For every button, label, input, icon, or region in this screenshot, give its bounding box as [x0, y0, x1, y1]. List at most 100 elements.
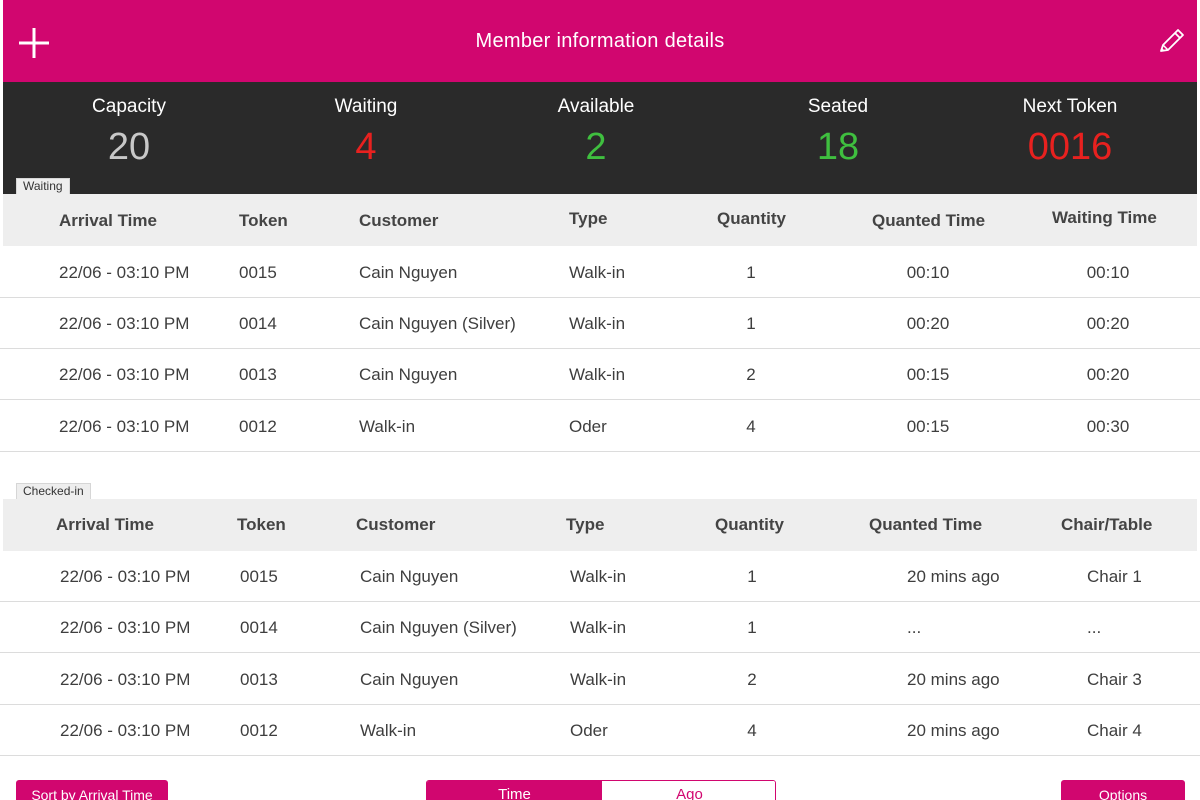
cell-customer: Cain Nguyen — [359, 365, 458, 384]
cell-arrival-time: 22/06 - 03:10 PM — [59, 365, 190, 384]
segment-time[interactable]: Time — [427, 781, 602, 800]
cell-token: 0015 — [239, 263, 277, 282]
cell-type: Walk-in — [570, 670, 627, 689]
cell-customer: Walk-in — [359, 417, 416, 436]
segment-ago[interactable]: Ago — [602, 781, 775, 800]
table-row[interactable]: 22/06 - 03:10 PM 0014 Cain Nguyen (Silve… — [0, 601, 1200, 653]
table-row[interactable]: 22/06 - 03:10 PM 0013 Cain Nguyen Walk-i… — [0, 348, 1200, 400]
cell-token: 0013 — [239, 365, 277, 384]
cell-customer: Cain Nguyen — [360, 670, 459, 689]
table-row[interactable]: 22/06 - 03:10 PM 0012 Walk-in Oder 4 00:… — [0, 400, 1200, 452]
stat-value: 18 — [816, 126, 860, 168]
table-row[interactable]: 22/06 - 03:10 PM 0013 Cain Nguyen Walk-i… — [0, 653, 1200, 705]
stat-next-token: Next Token 0016 — [960, 96, 1180, 169]
cell-token: 0014 — [239, 314, 277, 333]
cell-arrival-time: 22/06 - 03:10 PM — [59, 314, 190, 333]
waiting-section-tab[interactable]: Waiting — [16, 178, 70, 194]
stat-waiting: Waiting 4 — [256, 96, 476, 169]
col-quantity[interactable]: Quantity — [715, 515, 784, 535]
col-type[interactable]: Type — [569, 209, 607, 229]
cell-quantity: 2 — [746, 365, 756, 384]
cell-type: Walk-in — [569, 314, 626, 333]
cell-arrival-time: 22/06 - 03:10 PM — [59, 417, 190, 436]
checked-in-table-header: Arrival Time Token Customer Type Quantit… — [3, 499, 1197, 551]
cell-waiting-time: 00:20 — [1086, 365, 1130, 384]
col-customer[interactable]: Customer — [359, 211, 438, 231]
time-ago-segmented-control: Time Ago — [426, 780, 776, 800]
cell-token: 0012 — [240, 721, 278, 740]
stat-label: Capacity — [92, 96, 166, 117]
page-title: Member information details — [475, 30, 725, 52]
cell-quantity: 1 — [747, 618, 757, 637]
cell-quantity: 1 — [746, 263, 756, 282]
cell-token: 0012 — [239, 417, 277, 436]
cell-arrival-time: 22/06 - 03:10 PM — [59, 263, 190, 282]
cell-type: Walk-in — [569, 365, 626, 384]
cell-quantity: 1 — [747, 567, 757, 586]
options-button[interactable]: Options — [1061, 780, 1185, 800]
cell-arrival-time: 22/06 - 03:10 PM — [60, 670, 191, 689]
table-row[interactable]: 22/06 - 03:10 PM 0015 Cain Nguyen Walk-i… — [0, 550, 1200, 602]
cell-customer: Cain Nguyen (Silver) — [360, 618, 517, 637]
col-quanted-time[interactable]: Quanted Time — [869, 515, 982, 535]
cell-arrival-time: 22/06 - 03:10 PM — [60, 618, 191, 637]
col-type[interactable]: Type — [566, 515, 604, 535]
checked-in-section-tab[interactable]: Checked-in — [16, 483, 91, 499]
cell-customer: Cain Nguyen — [360, 567, 459, 586]
cell-customer: Cain Nguyen (Silver) — [359, 314, 516, 333]
cell-quanted-time: 20 mins ago — [907, 670, 1000, 689]
cell-token: 0013 — [240, 670, 278, 689]
cell-quanted-time: 20 mins ago — [907, 721, 1000, 740]
cell-customer: Cain Nguyen — [359, 263, 458, 282]
table-row[interactable]: 22/06 - 03:10 PM 0015 Cain Nguyen Walk-i… — [0, 246, 1200, 298]
stat-value: 20 — [107, 126, 151, 168]
cell-arrival-time: 22/06 - 03:10 PM — [60, 567, 191, 586]
col-customer[interactable]: Customer — [356, 515, 435, 535]
sort-by-arrival-button[interactable]: Sort by Arrival Time — [16, 780, 168, 800]
cell-type: Oder — [569, 417, 607, 436]
cell-quanted-time: 00:20 — [906, 314, 950, 333]
cell-type: Walk-in — [569, 263, 626, 282]
cell-type: Walk-in — [570, 567, 627, 586]
cell-quantity: 4 — [746, 417, 756, 436]
cell-quanted-time: ... — [907, 618, 922, 637]
col-waiting-time[interactable]: Waiting Time — [1052, 208, 1157, 228]
col-arrival-time[interactable]: Arrival Time — [56, 515, 154, 535]
edit-button[interactable] — [1153, 24, 1187, 60]
cell-chair-table: ... — [1087, 618, 1102, 637]
col-token[interactable]: Token — [239, 211, 288, 231]
cell-token: 0015 — [240, 567, 278, 586]
cell-token: 0014 — [240, 618, 278, 637]
stat-available: Available 2 — [486, 96, 706, 169]
cell-chair-table: Chair 4 — [1087, 721, 1142, 740]
stat-label: Available — [557, 96, 635, 117]
col-token[interactable]: Token — [237, 515, 286, 535]
stat-capacity: Capacity 20 — [19, 96, 239, 169]
col-quantity[interactable]: Quantity — [717, 209, 786, 229]
cell-chair-table: Chair 3 — [1087, 670, 1142, 689]
stat-label: Waiting — [334, 96, 398, 117]
app-header: Member information details — [0, 0, 1200, 82]
stat-seated: Seated 18 — [728, 96, 948, 169]
stats-bar: Capacity 20 Waiting 4 Available 2 Seated… — [3, 82, 1197, 194]
table-row[interactable]: 22/06 - 03:10 PM 0014 Cain Nguyen (Silve… — [0, 297, 1200, 349]
stat-label: Seated — [807, 96, 869, 117]
cell-type: Walk-in — [570, 618, 627, 637]
col-quanted-time[interactable]: Quanted Time — [872, 211, 985, 231]
cell-type: Oder — [570, 721, 608, 740]
stat-value: 4 — [355, 126, 377, 168]
pencil-icon — [1160, 29, 1184, 52]
cell-customer: Walk-in — [360, 721, 417, 740]
cell-quantity: 2 — [747, 670, 757, 689]
stat-value: 2 — [585, 126, 607, 168]
col-chair-table[interactable]: Chair/Table — [1061, 515, 1152, 535]
cell-quanted-time: 00:15 — [906, 365, 950, 384]
col-arrival-time[interactable]: Arrival Time — [59, 211, 157, 231]
cell-chair-table: Chair 1 — [1087, 567, 1142, 586]
table-row[interactable]: 22/06 - 03:10 PM 0012 Walk-in Oder 4 20 … — [0, 704, 1200, 756]
cell-quantity: 1 — [746, 314, 756, 333]
cell-quanted-time: 20 mins ago — [907, 567, 1000, 586]
cell-quantity: 4 — [747, 721, 757, 740]
waiting-table-header: Arrival Time Token Customer Type Quantit… — [3, 194, 1197, 246]
stat-label: Next Token — [1022, 96, 1118, 117]
